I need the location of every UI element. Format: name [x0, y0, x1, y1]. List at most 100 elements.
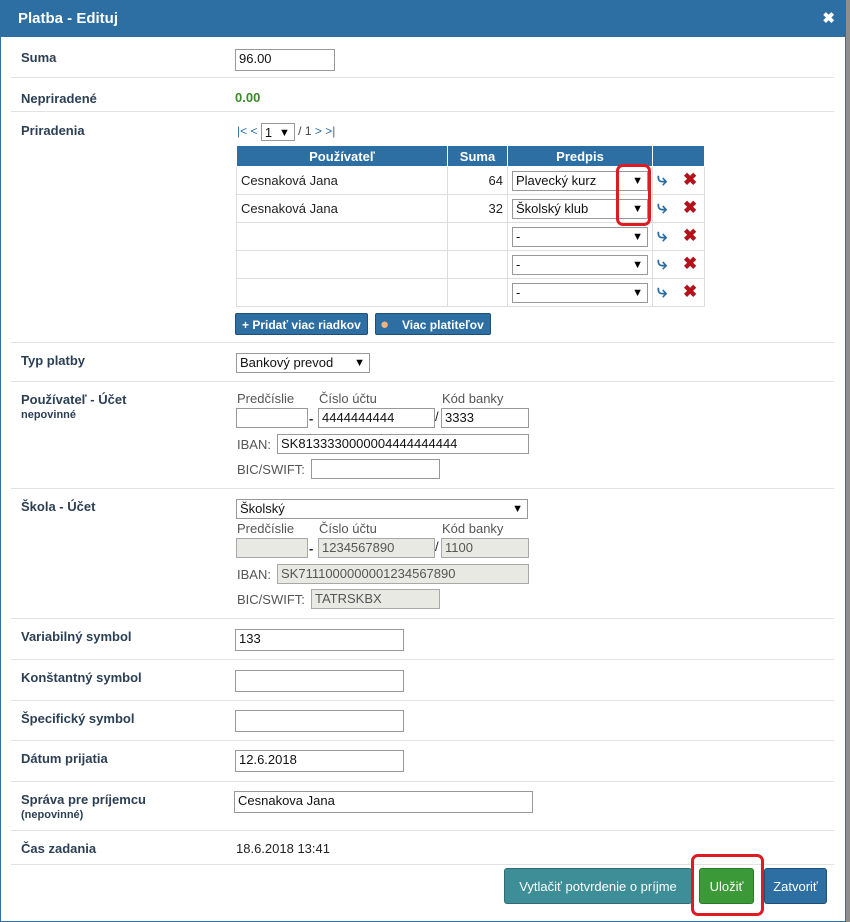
predpis-value: Plavecký kurz: [516, 172, 597, 188]
priradenia-label: Priradenia: [21, 123, 85, 138]
col-header-user: Používateľ: [236, 145, 448, 167]
pager-last[interactable]: >|: [325, 124, 335, 138]
table-row: - ▼ ⤷ ✖: [236, 278, 705, 307]
cell-actions: ⤷ ✖: [652, 194, 705, 223]
pager: |< < 1 ▼ / 1 > >|: [237, 123, 335, 141]
col-header-actions: [652, 145, 705, 167]
cell-user: Cesnaková Jana: [236, 194, 448, 223]
skola-ucet-label: Škola - Účet: [21, 499, 96, 514]
table-row: - ▼ ⤷ ✖: [236, 250, 705, 279]
user-icon: ●: [380, 316, 390, 333]
skola-cislo-label: Číslo účtu: [319, 521, 377, 536]
iban-input[interactable]: SK8133330000004444444444: [277, 434, 529, 454]
assign-arrow-icon[interactable]: ⤷: [657, 197, 667, 218]
chevron-down-icon: ▼: [278, 127, 290, 139]
pouzivatel-ucet-sublabel: nepovinné: [21, 409, 77, 421]
typ-platby-value: Bankový prevod: [240, 355, 334, 370]
cell-sum: [447, 222, 508, 251]
typ-platby-select[interactable]: Bankový prevod ▼: [236, 353, 370, 373]
table-row: - ▼ ⤷ ✖: [236, 222, 705, 251]
variabilny-input[interactable]: 133: [235, 629, 404, 651]
row-specificky: Špecifický symbol: [11, 701, 834, 741]
print-confirmation-button[interactable]: Vytlačiť potvrdenie o príjme: [504, 868, 692, 904]
sprava-sublabel: (nepovinné): [21, 809, 84, 821]
cas-value: 18.6.2018 13:41: [236, 841, 330, 856]
delete-icon[interactable]: ✖: [683, 282, 697, 302]
cell-sum: 64: [447, 166, 508, 195]
skola-ucet-select[interactable]: Školský ▼: [236, 499, 528, 519]
cell-sum: 32: [447, 194, 508, 223]
predcislie-input[interactable]: [236, 408, 308, 428]
delete-icon[interactable]: ✖: [683, 198, 697, 218]
nepriradene-value: 0.00: [235, 90, 261, 105]
cell-user: [236, 222, 448, 251]
sprava-label-wrap: Správa pre príjemcu (nepovinné): [21, 792, 146, 821]
cislo-uctu-input[interactable]: 4444444444: [318, 408, 435, 428]
pager-next[interactable]: >: [315, 124, 322, 138]
predpis-select[interactable]: - ▼: [512, 226, 648, 247]
chevron-down-icon: ▼: [512, 503, 523, 515]
kod-banky-label: Kód banky: [442, 391, 504, 406]
suma-input[interactable]: 96.00: [235, 49, 335, 71]
sprava-label: Správa pre príjemcu: [21, 792, 146, 807]
specificky-input[interactable]: [235, 710, 404, 732]
nepriradene-label: Nepriradené: [21, 91, 97, 106]
cell-predpis: - ▼: [507, 222, 653, 251]
delete-icon[interactable]: ✖: [683, 226, 697, 246]
slash-separator: /: [435, 539, 439, 554]
predpis-value: Školský klub: [516, 200, 589, 216]
predpis-select[interactable]: - ▼: [512, 282, 648, 303]
skola-cislo-input: 1234567890: [318, 538, 435, 558]
pager-prev[interactable]: <: [250, 124, 257, 138]
assign-arrow-icon[interactable]: ⤷: [657, 225, 667, 246]
pouzivatel-ucet-title: Používateľ - Účet: [21, 392, 127, 407]
row-konstantny: Konštantný symbol: [11, 660, 834, 701]
skola-ucet-value: Školský: [240, 501, 285, 516]
close-button[interactable]: Zatvoriť: [764, 868, 827, 904]
delete-icon[interactable]: ✖: [683, 254, 697, 274]
highlight-box: [616, 164, 651, 226]
edit-payment-dialog: Platba - Edituj ✖ Suma 96.00 Nepriradené…: [0, 0, 846, 922]
suma-label: Suma: [21, 50, 57, 65]
skola-predcislie-label: Predčíslie: [237, 521, 295, 536]
slash-separator: /: [435, 409, 439, 424]
bic-input[interactable]: [311, 459, 440, 479]
row-sprava: Správa pre príjemcu (nepovinné) Cesnakova…: [11, 782, 834, 831]
pager-page-value: 1: [264, 125, 273, 140]
cas-label: Čas zadania: [21, 841, 97, 856]
delete-icon[interactable]: ✖: [683, 170, 697, 190]
skola-bic-label: BIC/SWIFT:: [237, 592, 305, 607]
cislo-uctu-label: Číslo účtu: [319, 391, 377, 406]
cell-actions: ⤷ ✖: [652, 222, 705, 251]
pouzivatel-ucet-label: Používateľ - Účet nepovinné: [21, 392, 126, 421]
cell-user: [236, 250, 448, 279]
cell-actions: ⤷ ✖: [652, 278, 705, 307]
row-nepriradene: Nepriradené 0.00: [11, 78, 834, 112]
chevron-down-icon: ▼: [632, 258, 643, 271]
pager-page-select[interactable]: 1 ▼: [260, 123, 295, 141]
predpis-value: -: [516, 256, 521, 272]
add-rows-button[interactable]: + Pridať viac riadkov: [235, 313, 368, 335]
datum-input[interactable]: 12.6.2018: [235, 750, 404, 772]
row-typ-platby: Typ platby Bankový prevod ▼: [11, 343, 834, 382]
assign-arrow-icon[interactable]: ⤷: [657, 281, 667, 302]
close-icon[interactable]: ✖: [822, 1, 835, 37]
kod-banky-input[interactable]: 3333: [441, 408, 529, 428]
konstantny-input[interactable]: [235, 670, 404, 692]
row-variabilny: Variabilný symbol 133: [11, 619, 834, 660]
cell-sum: [447, 278, 508, 307]
highlight-box: [691, 854, 764, 916]
assign-arrow-icon[interactable]: ⤷: [657, 169, 667, 190]
bic-label: BIC/SWIFT:: [237, 462, 305, 477]
predpis-select[interactable]: - ▼: [512, 254, 648, 275]
assign-arrow-icon[interactable]: ⤷: [657, 253, 667, 274]
predcislie-label: Predčíslie: [237, 391, 295, 406]
more-payers-label: Viac platiteľov: [402, 318, 484, 332]
dialog-titlebar: Platba - Edituj ✖: [1, 1, 845, 37]
more-payers-button[interactable]: ● Viac platiteľov: [375, 313, 491, 335]
sprava-input[interactable]: Cesnakova Jana: [234, 791, 533, 813]
pager-first[interactable]: |<: [237, 124, 247, 138]
skola-kod-label: Kód banky: [442, 521, 504, 536]
cell-user: [236, 278, 448, 307]
chevron-down-icon: ▼: [354, 357, 365, 369]
